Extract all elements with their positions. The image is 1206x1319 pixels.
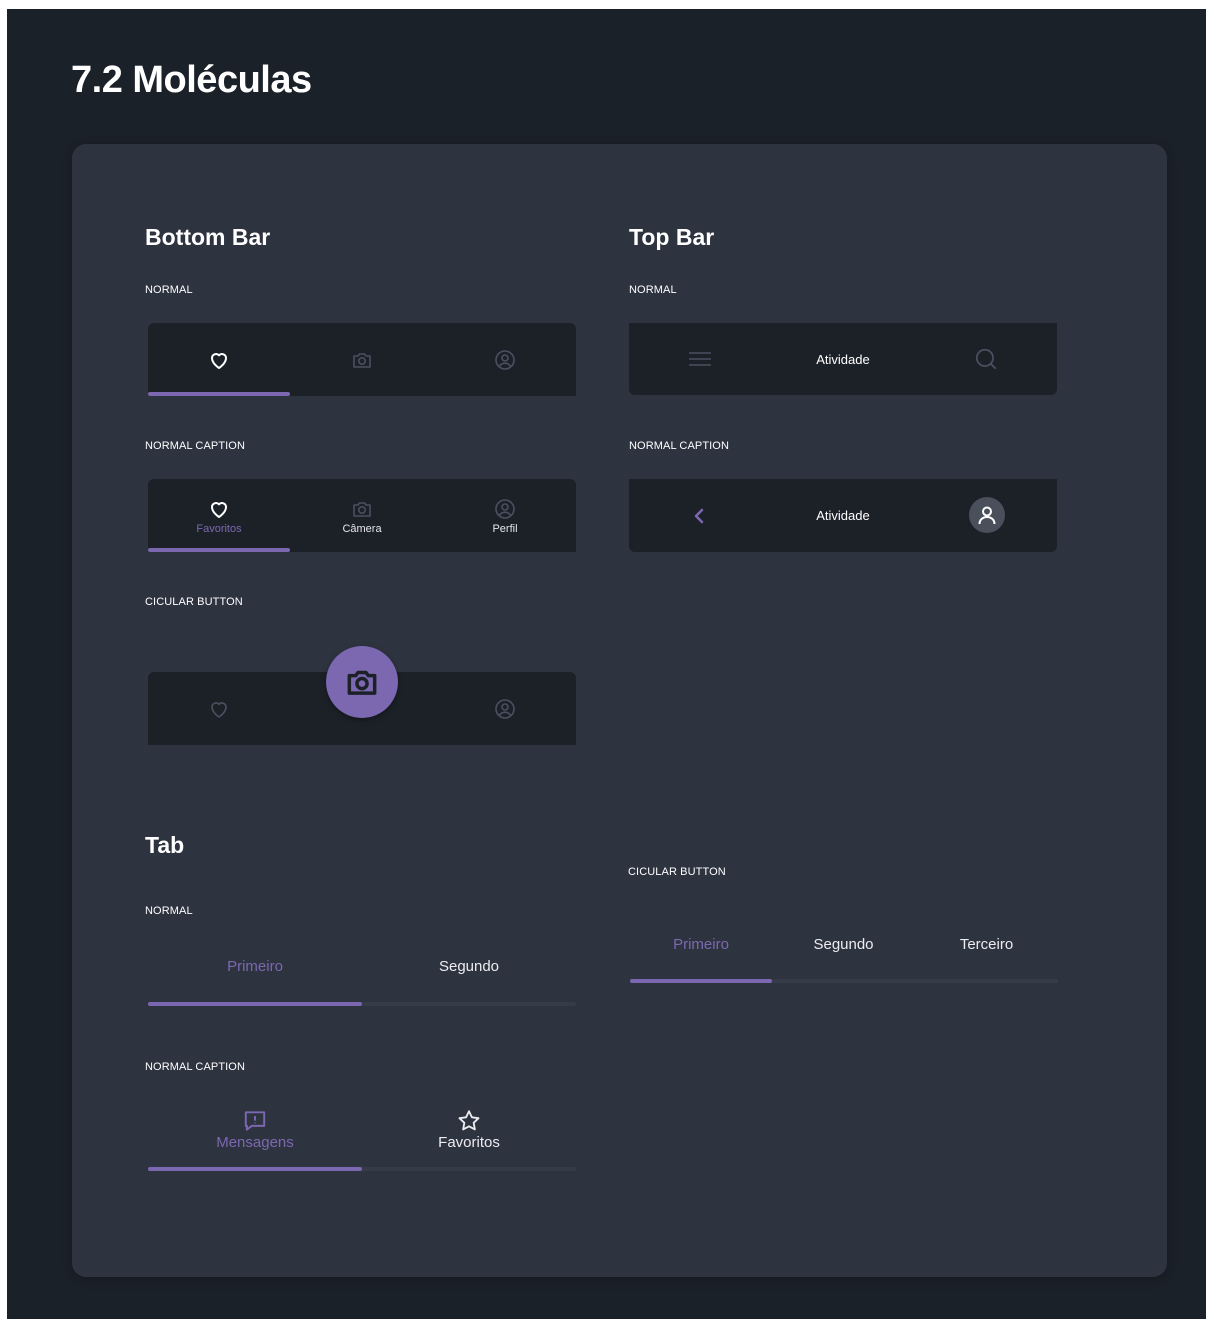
menu-icon (689, 352, 711, 366)
tab-caption-track (148, 1167, 576, 1171)
top-bar-caption: Atividade (629, 479, 1057, 552)
bottom-bar-caption-text: Perfil (492, 522, 518, 535)
tab-normal: Primeiro Segundo (148, 944, 576, 1008)
bottom-bar-item-camera[interactable] (291, 323, 433, 396)
user-circle-icon (495, 698, 515, 719)
tab-three-segundo[interactable]: Segundo (772, 924, 915, 964)
tab-caption-label: NORMAL CAPTION (145, 1061, 246, 1073)
tab-normal-track (148, 1002, 576, 1006)
user-circle-icon (495, 498, 515, 519)
bottom-bar-caption: Favoritos Câmera Perfil (148, 479, 576, 552)
tab-primeiro[interactable]: Primeiro (148, 944, 362, 988)
tab-three-primeiro[interactable]: Primeiro (630, 924, 772, 964)
tab-normal-label: NORMAL (145, 905, 193, 917)
bottom-bar-caption-label: NORMAL CAPTION (145, 440, 246, 452)
message-alert-icon (244, 1110, 266, 1131)
heart-icon (211, 501, 227, 518)
tab-favoritos-label: Favoritos (438, 1133, 500, 1151)
top-bar-caption-label: NORMAL CAPTION (629, 440, 730, 452)
tab-three-indicator (630, 979, 772, 983)
tab-three-track (630, 979, 1058, 983)
tab-mensagens-label: Mensagens (216, 1133, 294, 1151)
bottom-bar-active-indicator (148, 392, 290, 396)
tab-three: Primeiro Segundo Terceiro (630, 924, 1058, 984)
top-bar-section-title: Top Bar (629, 224, 715, 250)
back-button[interactable] (629, 479, 771, 552)
chevron-left-icon (694, 508, 704, 523)
bottom-bar-normal (148, 323, 576, 396)
bottom-bar-caption-item-profile[interactable]: Perfil (434, 479, 576, 552)
user-circle-icon (495, 349, 515, 370)
camera-icon (353, 352, 371, 368)
star-icon (458, 1109, 480, 1130)
bottom-bar-caption-text: Favoritos (196, 522, 242, 535)
heart-icon (211, 701, 227, 718)
avatar-icon (978, 506, 996, 525)
bottom-bar-circular-item-favorites[interactable] (148, 672, 290, 745)
bottom-bar-caption-active-indicator (148, 548, 290, 552)
heart-icon (211, 352, 227, 369)
search-icon (975, 348, 997, 370)
tab-normal-indicator (148, 1002, 362, 1006)
camera-fab-button[interactable] (326, 646, 398, 718)
tab-three-terceiro[interactable]: Terceiro (915, 924, 1058, 964)
page-frame: 7.2 Moléculas Bottom Bar NORMAL NORMAL C… (7, 9, 1206, 1319)
bottom-bar-caption-item-favorites[interactable]: Favoritos (148, 479, 290, 552)
bottom-bar-circular-label: CICULAR BUTTON (145, 596, 243, 608)
top-bar-normal: Atividade (629, 323, 1057, 395)
page-title: 7.2 Moléculas (71, 59, 312, 101)
bottom-bar-normal-label: NORMAL (145, 284, 193, 296)
avatar[interactable] (969, 497, 1005, 533)
tab-segundo[interactable]: Segundo (362, 944, 576, 988)
tab-favoritos[interactable]: Favoritos (362, 1099, 576, 1159)
menu-button[interactable] (629, 323, 771, 395)
bottom-bar-section-title: Bottom Bar (145, 224, 271, 250)
bottom-bar-item-profile[interactable] (434, 323, 576, 396)
bottom-bar-item-favorites[interactable] (148, 323, 290, 396)
tab-caption-indicator (148, 1167, 362, 1171)
tab-caption: Mensagens Favoritos (148, 1099, 576, 1174)
molecules-card: Bottom Bar NORMAL NORMAL CAPTION Favorit… (72, 144, 1167, 1277)
tab-circular-label: CICULAR BUTTON (628, 866, 726, 878)
tab-section-title: Tab (145, 832, 185, 858)
tab-mensagens[interactable]: Mensagens (148, 1099, 362, 1159)
bottom-bar-circular-item-profile[interactable] (434, 672, 576, 745)
bottom-bar-caption-item-camera[interactable]: Câmera (291, 479, 433, 552)
bottom-bar-caption-text: Câmera (342, 522, 382, 535)
top-bar-normal-label: NORMAL (629, 284, 677, 296)
camera-icon (353, 501, 371, 517)
search-button[interactable] (915, 323, 1057, 395)
camera-icon (347, 670, 377, 695)
